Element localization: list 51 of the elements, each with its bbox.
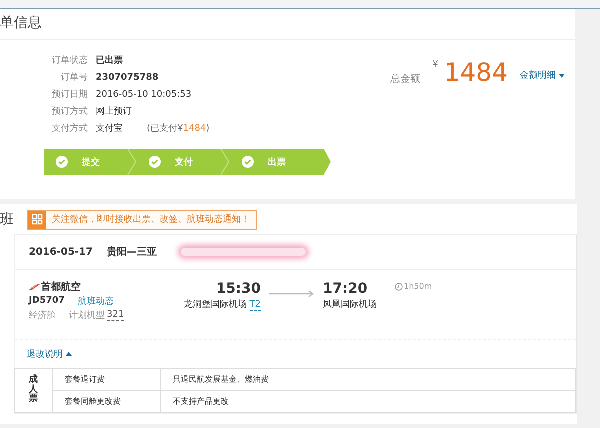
chevron-divider-icon <box>220 149 230 175</box>
flight-status-link[interactable]: 航班动态 <box>78 294 114 308</box>
field-label: 预订方式 <box>51 106 88 118</box>
table-cell: 套餐同舱更改费 <box>52 390 160 412</box>
field-value: 已出票 <box>96 54 123 67</box>
field-value: 网上预订 <box>96 106 132 118</box>
aircraft-label: 计划机型 <box>69 310 105 322</box>
caret-icon <box>66 352 72 356</box>
field-label: 订单状态 <box>51 54 88 67</box>
section-title: 单信息 <box>0 9 575 40</box>
airline-name: 首都航空 <box>41 280 81 294</box>
aircraft-type: 321 <box>107 310 124 320</box>
field-label: 订单号 <box>60 72 88 84</box>
notice-text: 关注微信，即时接收出票、改签、航班动态通知！ <box>51 214 251 226</box>
field-value: 2307075788 <box>96 72 159 82</box>
arrival-time: 17:20 <box>323 280 369 298</box>
field-value: 支付宝 <box>96 122 123 135</box>
terminal: T2 <box>250 300 261 311</box>
airline-logo-icon <box>29 283 40 291</box>
amount-detail-link[interactable]: 金额明细 <box>520 69 565 82</box>
table-cell: 不支持产品更改 <box>160 390 576 412</box>
progress-step: 支付 <box>137 149 230 175</box>
arrow-icon <box>269 290 315 298</box>
caret-icon <box>559 74 565 78</box>
flight-route: 贵阳—三亚 <box>106 246 157 259</box>
flight-number: JD5707 <box>29 296 65 306</box>
check-icon <box>149 156 161 168</box>
field-label: 支付方式 <box>51 122 88 135</box>
arrival-airport: 凤凰国际机场 <box>323 298 378 311</box>
total-label: 总金额 <box>390 72 421 86</box>
departure-airport: 龙洞堡国际机场 <box>184 300 247 310</box>
field-label: 预订日期 <box>51 88 88 101</box>
passenger-type-cell: 成人票 <box>14 368 52 412</box>
departure-time: 15:30 <box>215 280 261 298</box>
clock-icon <box>395 282 403 290</box>
progress-step: 提交 <box>44 149 137 175</box>
table-cell: 只退民航发展基金、燃油费 <box>160 368 576 390</box>
total-amount: 1484 <box>444 60 508 86</box>
flight-duration: 1h50m <box>404 282 432 291</box>
flight-date: 2016-05-17 <box>29 246 93 258</box>
chevron-divider-icon <box>127 149 137 175</box>
field-value: 2016-05-10 10:05:53 <box>96 90 192 100</box>
refund-rules-toggle[interactable]: 退改说明 <box>27 348 72 360</box>
table-cell: 套餐退订费 <box>52 368 160 390</box>
cabin-class: 经济舱 <box>29 310 56 322</box>
arrow-tip-icon <box>323 149 331 175</box>
currency-sign: ¥ <box>432 60 438 70</box>
check-icon <box>242 156 254 168</box>
check-icon <box>56 156 68 168</box>
paid-note: (已支付¥1484) <box>147 122 210 135</box>
section-title: 班 <box>0 210 15 228</box>
